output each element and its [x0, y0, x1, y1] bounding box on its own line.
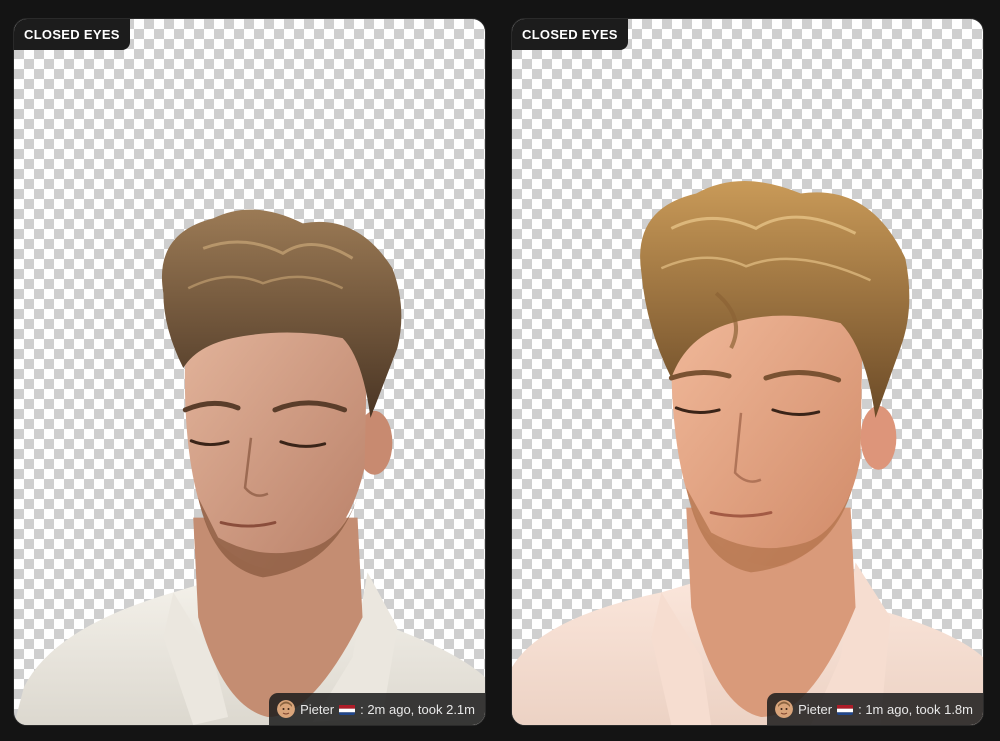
generation-time: : 1m ago, took 1.8m — [858, 701, 973, 717]
portrait-image — [14, 209, 485, 725]
generation-info: Pieter : 1m ago, took 1.8m — [767, 693, 983, 725]
generation-info: Pieter : 2m ago, took 2.1m — [269, 693, 485, 725]
result-card[interactable]: CLOSED EYES — [511, 18, 984, 726]
user-avatar-icon[interactable] — [775, 700, 794, 718]
username[interactable]: Pieter — [798, 702, 832, 717]
style-tag: CLOSED EYES — [512, 19, 628, 50]
user-avatar-icon[interactable] — [277, 700, 296, 718]
result-card[interactable]: CLOSED EYES — [13, 18, 486, 726]
netherlands-flag-icon — [837, 704, 854, 715]
netherlands-flag-icon — [339, 704, 356, 715]
username[interactable]: Pieter — [300, 702, 334, 717]
results-grid: CLOSED EYES Pieter: 2m ago, took 2.1m C… — [0, 0, 1000, 741]
style-tag: CLOSED EYES — [14, 19, 130, 50]
generation-time: : 2m ago, took 2.1m — [360, 701, 475, 717]
portrait-image — [512, 181, 983, 725]
